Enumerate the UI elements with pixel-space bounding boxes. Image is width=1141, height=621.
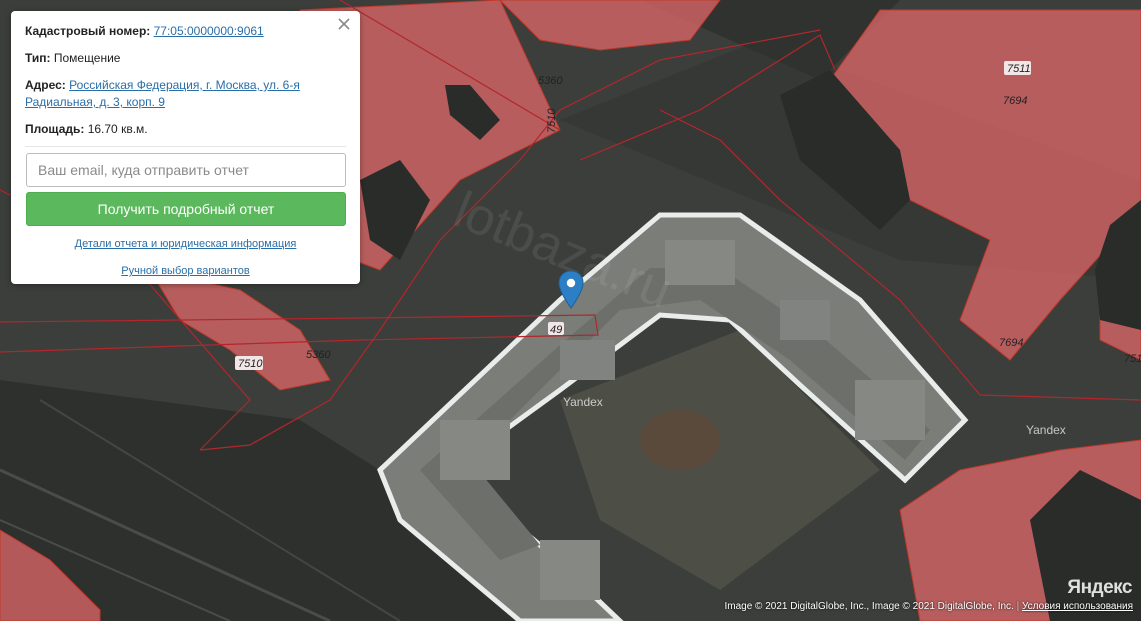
- yandex-watermark: Yandex: [563, 395, 603, 409]
- map-pin-icon[interactable]: [558, 270, 584, 310]
- plot-label: 7511: [1007, 63, 1031, 75]
- manual-selection-link[interactable]: Ручной выбор вариантов: [121, 265, 249, 277]
- cadastral-row: Кадастровый номер: 77:05:0000000:9061: [25, 23, 346, 40]
- plot-label: 751: [1124, 353, 1141, 365]
- plot-label: 7694: [999, 337, 1023, 349]
- plot-label: 7510: [238, 358, 263, 370]
- plot-label: 7694: [1003, 95, 1027, 107]
- yandex-logo: Яндекс: [1067, 577, 1132, 598]
- plot-label: 5360: [538, 75, 563, 87]
- area-row: Площадь: 16.70 кв.м.: [25, 121, 346, 138]
- attribution-text: Image © 2021 DigitalGlobe, Inc., Image ©…: [724, 601, 1014, 612]
- terms-of-use-link[interactable]: Условия использования: [1022, 601, 1133, 612]
- address-link[interactable]: Российская Федерация, г. Москва, ул. 6-я…: [25, 78, 300, 109]
- address-label: Адрес:: [25, 78, 66, 92]
- type-row: Тип: Помещение: [25, 50, 346, 67]
- plot-label: 7510: [546, 108, 558, 133]
- map-view[interactable]: 5360 7510 7511 7694 7694 49 7510 5360 75…: [0, 0, 1141, 621]
- get-report-button[interactable]: Получить подробный отчет: [26, 192, 346, 226]
- cadastral-number-link[interactable]: 77:05:0000000:9061: [154, 24, 264, 38]
- type-label: Тип:: [25, 51, 51, 65]
- plot-label: 5360: [306, 349, 331, 361]
- cadastral-label: Кадастровый номер:: [25, 24, 151, 38]
- area-value: 16.70 кв.м.: [87, 122, 148, 136]
- property-info-popup: Кадастровый номер: 77:05:0000000:9061 Ти…: [11, 11, 360, 284]
- report-details-link[interactable]: Детали отчета и юридическая информация: [75, 238, 297, 250]
- plot-label: 49: [550, 324, 562, 336]
- close-icon[interactable]: [336, 16, 352, 32]
- yandex-watermark: Yandex: [1026, 423, 1066, 437]
- divider: [25, 146, 346, 147]
- address-row: Адрес: Российская Федерация, г. Москва, …: [25, 77, 346, 111]
- area-label: Площадь:: [25, 122, 85, 136]
- map-attribution: Image © 2021 DigitalGlobe, Inc., Image ©…: [724, 601, 1133, 612]
- type-value: Помещение: [53, 51, 121, 65]
- email-input[interactable]: [26, 153, 346, 187]
